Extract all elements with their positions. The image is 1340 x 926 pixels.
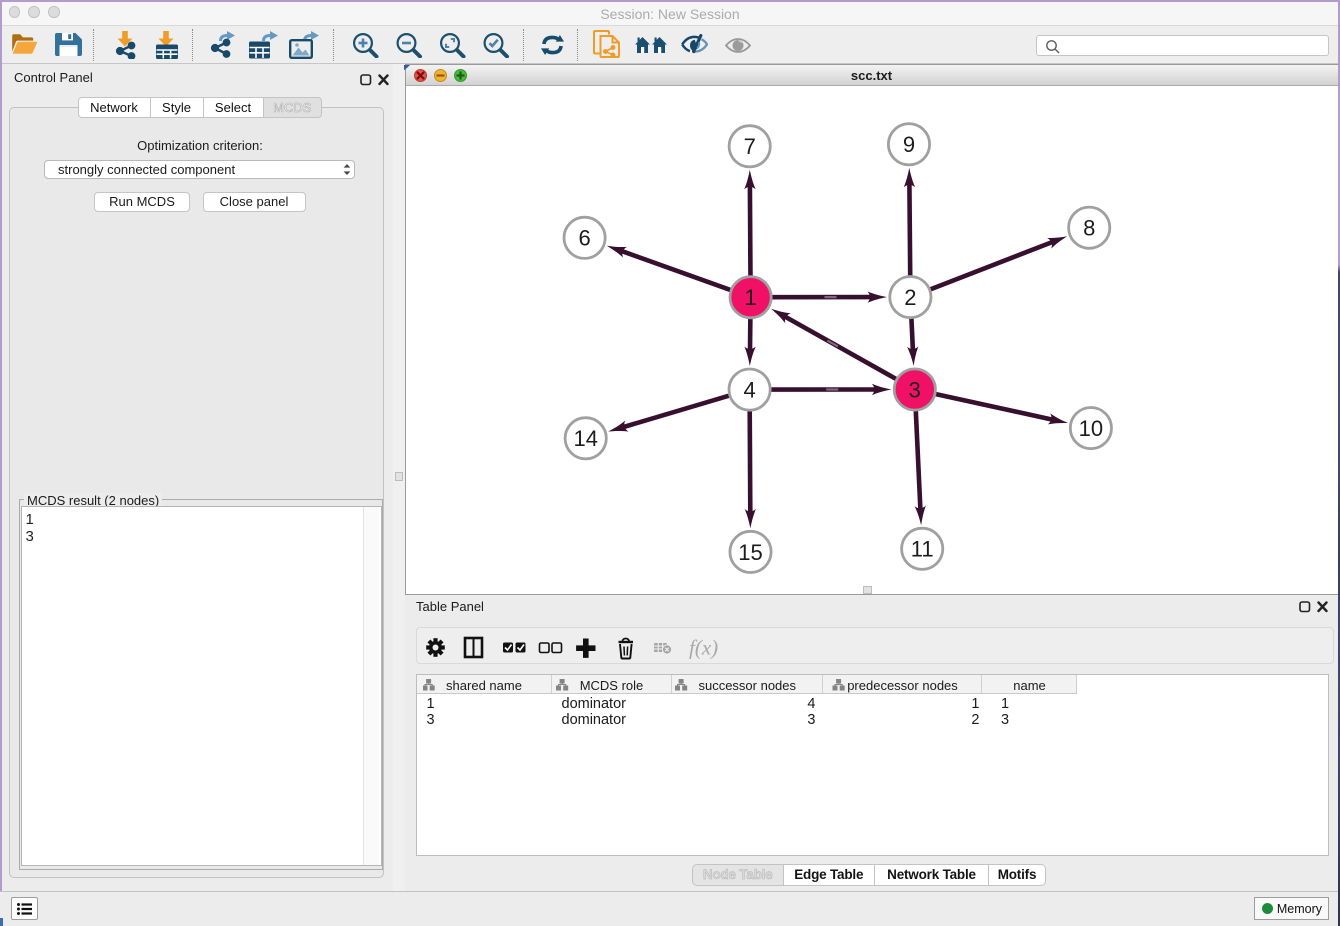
svg-text:4: 4: [743, 378, 755, 403]
svg-text:15: 15: [738, 540, 762, 565]
svg-text:2: 2: [904, 285, 916, 310]
svg-text:9: 9: [903, 132, 915, 157]
svg-text:14: 14: [573, 426, 597, 451]
svg-text:11: 11: [911, 537, 934, 562]
svg-text:1: 1: [744, 285, 756, 310]
svg-text:8: 8: [1083, 216, 1095, 241]
svg-text:f(x): f(x): [689, 636, 718, 660]
svg-text:6: 6: [578, 226, 590, 251]
svg-text:7: 7: [744, 134, 756, 159]
svg-text:3: 3: [909, 377, 921, 402]
svg-text:10: 10: [1079, 416, 1103, 441]
